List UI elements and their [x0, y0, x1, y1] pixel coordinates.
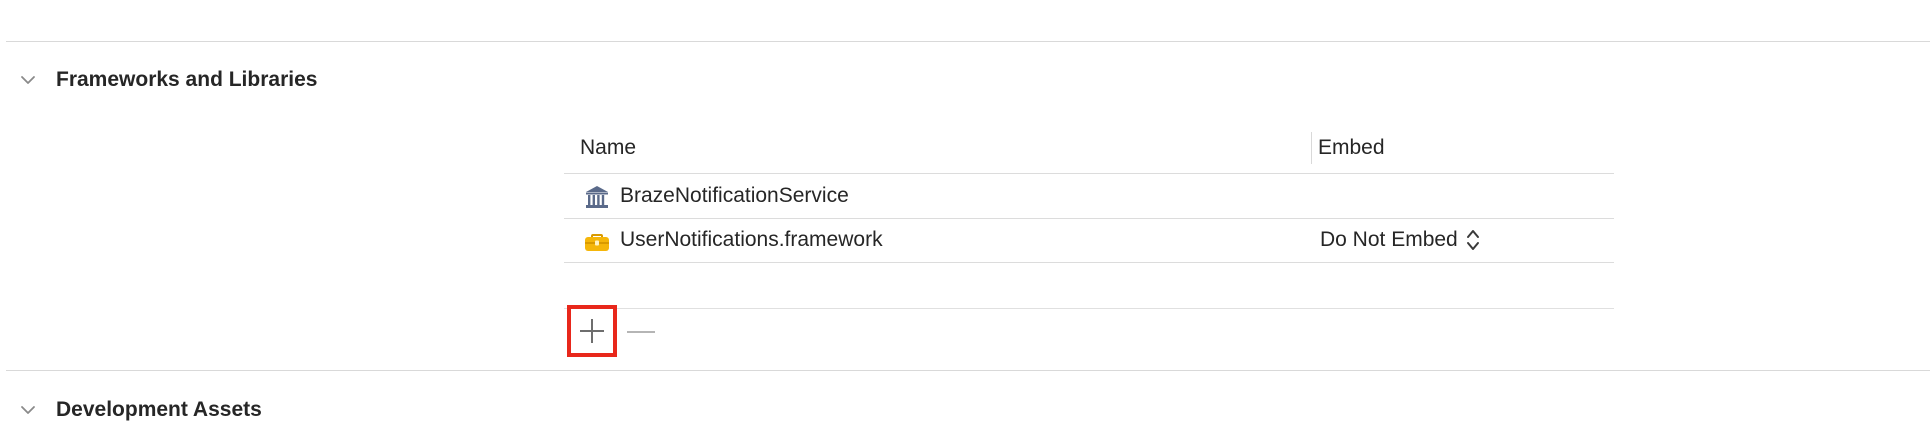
column-divider[interactable]: [1311, 132, 1312, 164]
section-title: Development Assets: [56, 398, 262, 421]
up-down-chevron-icon: [1466, 230, 1479, 250]
column-header-name[interactable]: Name: [580, 136, 636, 160]
embed-popup-button[interactable]: Do Not Embed: [1320, 228, 1480, 252]
section-title: Frameworks and Libraries: [56, 68, 318, 91]
add-button[interactable]: [567, 305, 617, 357]
library-icon: [586, 186, 608, 208]
row-name: BrazeNotificationService: [620, 184, 849, 207]
remove-icon: [627, 331, 655, 333]
framework-toolbox-icon: [585, 234, 609, 251]
row-name: UserNotifications.framework: [620, 228, 883, 251]
embed-value: Do Not Embed: [1320, 228, 1458, 251]
row-divider: [564, 262, 1614, 263]
add-icon: [580, 319, 604, 343]
development-assets-section-header[interactable]: Development Assets: [0, 390, 1930, 430]
table-row[interactable]: UserNotifications.framework Do Not Embed: [564, 218, 1614, 262]
table-row[interactable]: BrazeNotificationService: [564, 174, 1614, 218]
section-divider: [6, 370, 1930, 371]
frameworks-table: Name Embed BrazeNotificationService User…: [564, 128, 1614, 310]
remove-button[interactable]: [625, 318, 657, 346]
table-bottom-divider: [564, 308, 1614, 309]
chevron-down-icon[interactable]: [20, 72, 36, 88]
column-header-embed[interactable]: Embed: [1318, 136, 1385, 160]
chevron-down-icon[interactable]: [20, 402, 36, 418]
frameworks-section-header[interactable]: Frameworks and Libraries: [0, 60, 1930, 100]
top-divider: [6, 41, 1930, 42]
